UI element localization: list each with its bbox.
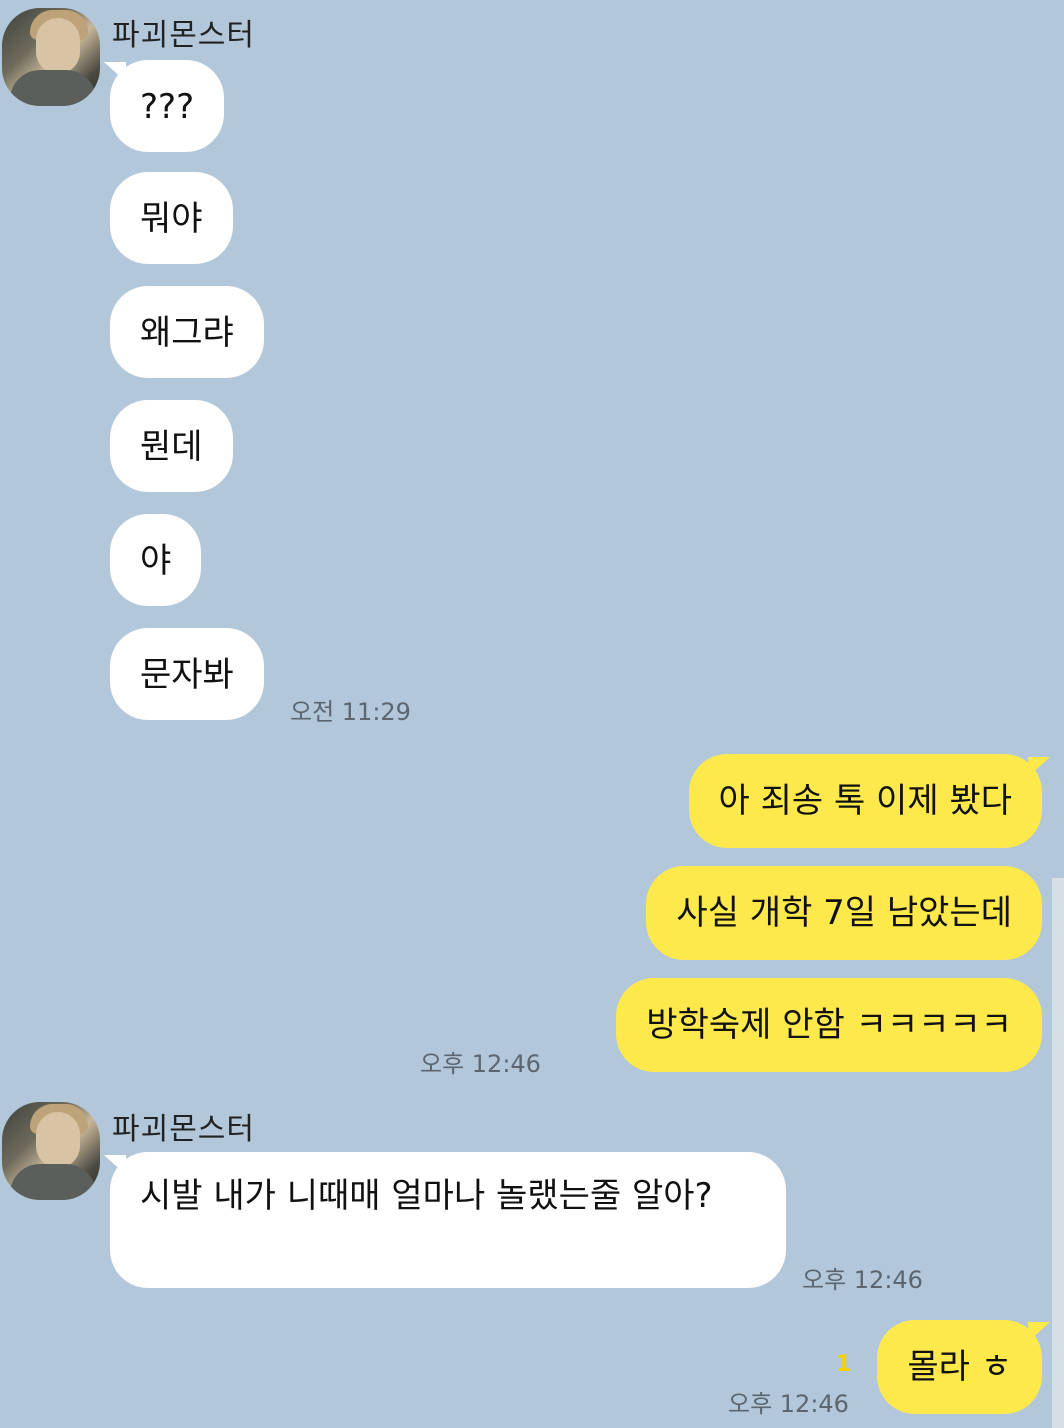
avatar-face: [36, 1112, 80, 1168]
friend-avatar[interactable]: [2, 8, 100, 106]
friend-avatar[interactable]: [2, 1102, 100, 1200]
message-bubble-friend[interactable]: 뭔데: [110, 400, 233, 492]
avatar-shirt: [10, 70, 96, 106]
avatar-face: [36, 18, 80, 74]
message-bubble-friend[interactable]: 문자봐: [110, 628, 264, 720]
message-bubble-friend[interactable]: 왜그랴: [110, 286, 264, 378]
message-bubble-friend[interactable]: ???: [110, 60, 225, 152]
scrollbar[interactable]: [1052, 878, 1064, 1428]
message-bubble-friend[interactable]: 야: [110, 514, 202, 606]
message-bubble-me[interactable]: 아 죄송 톡 이제 봤다: [688, 754, 1042, 848]
friend-name: 파괴몬스터: [112, 1112, 255, 1147]
unread-count: 1: [836, 1352, 852, 1377]
message-time: 오전 11:29: [290, 698, 411, 726]
message-bubble-me[interactable]: 방학숙제 안함 ㅋㅋㅋㅋㅋ: [616, 978, 1042, 1072]
message-bubble-friend[interactable]: 뭐야: [110, 172, 233, 264]
message-bubble-me[interactable]: 사실 개학 7일 남았는데: [646, 866, 1042, 960]
message-time: 오후 12:46: [728, 1390, 849, 1418]
friend-name: 파괴몬스터: [112, 18, 255, 53]
avatar-shirt: [10, 1164, 96, 1200]
message-bubble-friend[interactable]: 시발 내가 니때매 얼마나 놀랬는줄 알아?: [110, 1152, 786, 1288]
message-time: 오후 12:46: [802, 1266, 923, 1294]
message-time: 오후 12:46: [420, 1050, 541, 1078]
message-bubble-me[interactable]: 몰라 ㅎ: [877, 1320, 1042, 1414]
